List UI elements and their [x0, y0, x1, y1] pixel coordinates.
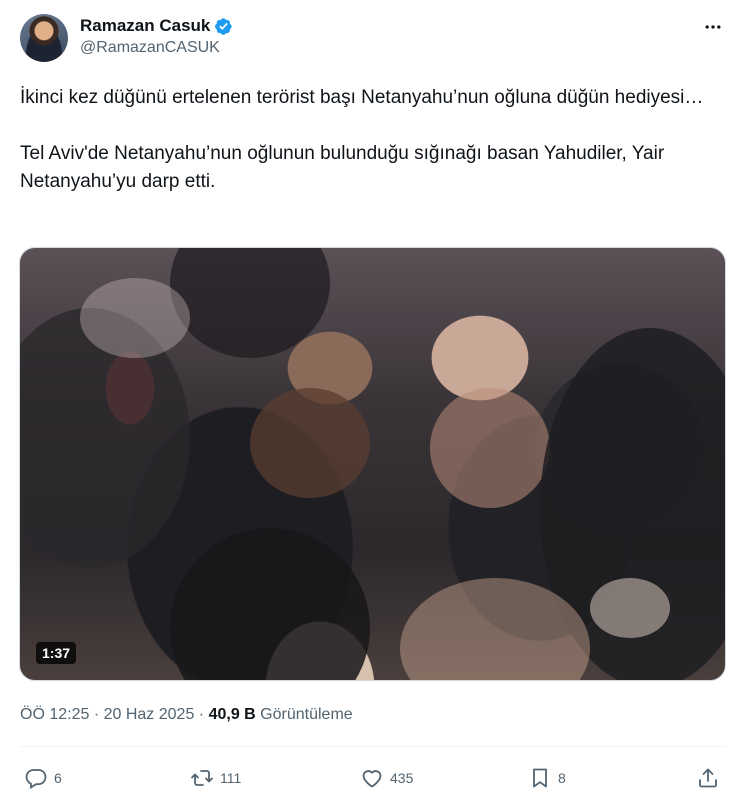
tweet-paragraph-1: İkinci kez düğünü ertelenen terörist baş…: [20, 87, 704, 108]
views-count: 40,9 B: [208, 706, 256, 723]
divider: [20, 746, 725, 747]
handle[interactable]: @RamazanCASUK: [80, 39, 233, 57]
avatar[interactable]: [20, 14, 68, 62]
tweet-header: Ramazan Casuk @RamazanCASUK: [20, 14, 730, 64]
display-name[interactable]: Ramazan Casuk: [80, 16, 210, 36]
share-button[interactable]: [696, 766, 720, 790]
retweet-icon: [191, 770, 213, 786]
verified-badge-icon: [214, 17, 233, 36]
retweet-button[interactable]: 111: [190, 766, 241, 790]
views-label: Görüntüleme: [260, 706, 353, 723]
more-options-icon[interactable]: [702, 16, 724, 38]
video-duration: 1:37: [36, 642, 77, 664]
tweet-date[interactable]: 20 Haz 2025: [104, 706, 195, 723]
tweet-meta: ÖÖ 12:25 · 20 Haz 2025 · 40,9 B Görüntül…: [20, 706, 353, 724]
reply-icon: [25, 769, 47, 790]
like-count: 435: [390, 770, 414, 786]
heart-icon: [362, 770, 382, 788]
tweet: Ramazan Casuk @RamazanCASUK İkinci kez d…: [0, 0, 743, 811]
tweet-text: İkinci kez düğünü ertelenen terörist baş…: [20, 84, 725, 196]
bookmark-count: 8: [558, 770, 566, 786]
bookmark-button[interactable]: 8: [528, 766, 566, 790]
author-names: Ramazan Casuk @RamazanCASUK: [80, 16, 233, 57]
display-name-row: Ramazan Casuk: [80, 16, 233, 36]
tweet-paragraph-2: Tel Aviv'de Netanyahu’nun oğlunun bulund…: [20, 143, 665, 192]
like-button[interactable]: 435: [360, 766, 413, 790]
video-player[interactable]: 1:37: [19, 247, 726, 681]
reply-count: 6: [54, 770, 62, 786]
tweet-time[interactable]: ÖÖ 12:25: [20, 706, 89, 723]
reply-button[interactable]: 6: [24, 766, 62, 790]
bookmark-icon: [533, 768, 547, 788]
retweet-count: 111: [220, 770, 242, 786]
share-icon: [699, 768, 717, 788]
action-bar: 6 111 435 8: [20, 760, 725, 800]
